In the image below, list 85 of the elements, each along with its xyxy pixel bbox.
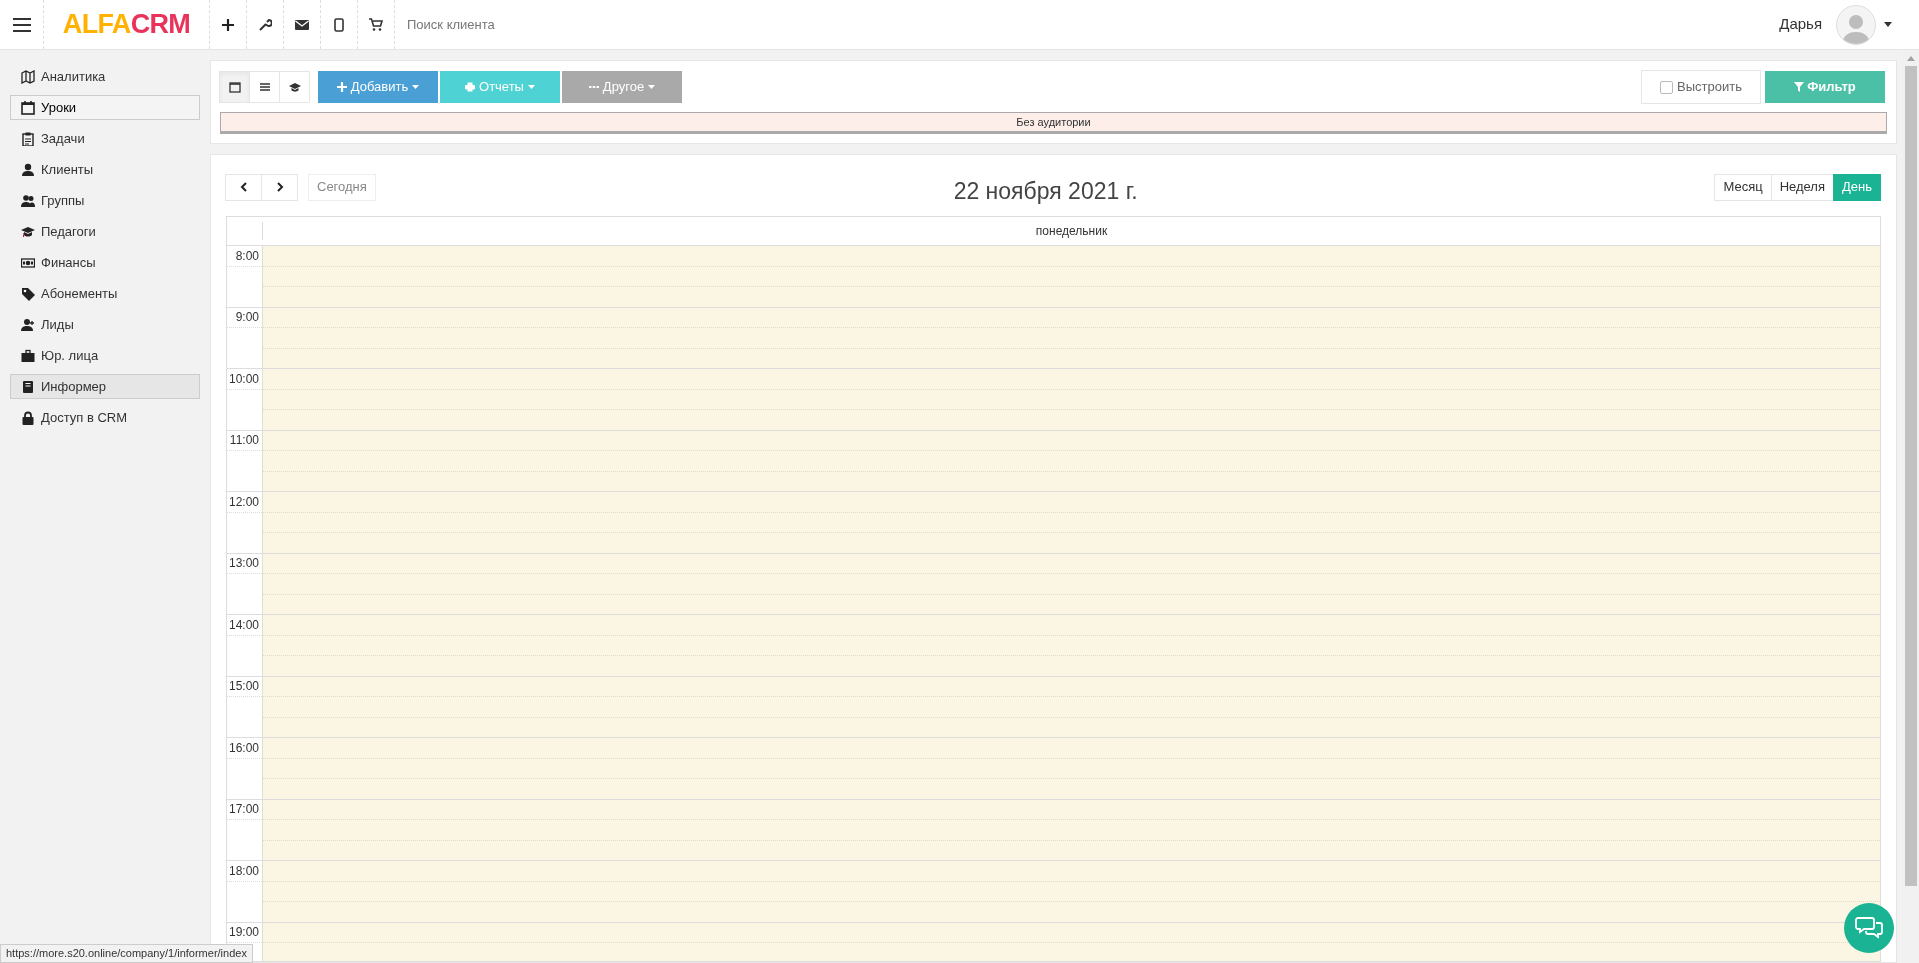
wrench-icon[interactable] [258, 17, 272, 32]
sidebar-item[interactable]: Педагоги [10, 219, 200, 244]
search-field[interactable]: Поиск клиента [407, 9, 707, 40]
sidebar-item[interactable]: Юр. лица [10, 343, 200, 368]
time-label: 14:00 [227, 615, 262, 636]
time-label: 11:00 [227, 430, 262, 451]
sidebar-item[interactable]: Лиды [10, 312, 200, 337]
calendar-title: 22 ноября 2021 г. [952, 176, 1139, 206]
time-label: 12:00 [227, 492, 262, 513]
time-slot[interactable] [263, 553, 1880, 614]
sidebar-icon [21, 410, 35, 425]
time-label: 16:00 [227, 738, 262, 759]
sidebar-icon [21, 224, 35, 239]
avatar[interactable] [1836, 4, 1876, 45]
scroll-up-icon[interactable] [1906, 55, 1915, 61]
sidebar-item[interactable]: Задачи [10, 126, 200, 151]
time-label: 13:00 [227, 553, 262, 574]
next-button[interactable] [261, 173, 298, 201]
sidebar-item[interactable]: Группы [10, 188, 200, 213]
sidebar-icon [21, 255, 35, 270]
sidebar-icon [21, 379, 35, 394]
time-slot[interactable] [263, 861, 1880, 922]
filter-icon [1794, 82, 1805, 92]
sidebar-icon [21, 286, 35, 301]
graduation-cap-icon [288, 81, 301, 93]
view-tab[interactable]: Месяц [1714, 173, 1772, 201]
time-label: 15:00 [227, 676, 262, 697]
plus-icon [336, 82, 347, 92]
time-slot[interactable] [263, 246, 1880, 307]
sidebar-icon [21, 69, 35, 84]
view-mode-button[interactable] [279, 71, 310, 103]
sidebar-item[interactable]: Аналитика [10, 64, 200, 89]
today-button[interactable]: Сегодня [308, 173, 376, 201]
time-slot[interactable] [263, 738, 1880, 799]
scroll-thumb[interactable] [1904, 66, 1917, 886]
time-slot[interactable] [263, 307, 1880, 368]
time-slot[interactable] [263, 676, 1880, 737]
prev-button[interactable] [225, 173, 262, 201]
chevron-right-icon [275, 182, 284, 192]
envelope-icon[interactable] [295, 18, 309, 31]
user-name[interactable]: Дарья [1779, 13, 1822, 36]
sidebar-item[interactable]: Абонементы [10, 281, 200, 306]
logo[interactable]: ALFACRM [62, 11, 191, 38]
list-icon [258, 81, 271, 93]
time-slot[interactable] [263, 615, 1880, 676]
day-header: понедельник [1034, 223, 1109, 240]
sidebar-item[interactable]: Информер [10, 374, 200, 399]
chevron-left-icon [239, 182, 248, 192]
cart-icon[interactable] [369, 18, 383, 31]
time-slot[interactable] [263, 799, 1880, 860]
sidebar-icon [21, 100, 35, 115]
sidebar-icon [21, 348, 35, 363]
plus-icon[interactable] [221, 17, 235, 32]
time-label: 17:00 [227, 799, 262, 820]
caret-icon [412, 85, 420, 89]
view-mode-button[interactable] [219, 71, 250, 103]
sidebar-icon [21, 131, 35, 146]
calendar-icon [228, 81, 241, 93]
time-label: 8:00 [227, 246, 262, 267]
sidebar-icon [21, 317, 35, 332]
time-slot[interactable] [263, 492, 1880, 553]
view-mode-button[interactable] [249, 71, 280, 103]
phone-icon[interactable] [334, 17, 344, 32]
caret-icon [648, 85, 656, 89]
sidebar-item[interactable]: Финансы [10, 250, 200, 275]
arrange-checkbox[interactable]: Выстроить [1641, 70, 1761, 104]
time-slot[interactable] [263, 369, 1880, 430]
time-label: 18:00 [227, 861, 262, 882]
time-label: 19:00 [227, 922, 262, 943]
sidebar-item[interactable]: Уроки [10, 95, 200, 120]
printer-icon [465, 82, 476, 92]
sidebar-item[interactable]: Доступ в CRM [10, 405, 200, 430]
time-label: 10:00 [227, 369, 262, 390]
time-slot[interactable] [263, 430, 1880, 491]
sidebar-icon [21, 162, 35, 177]
sidebar-item[interactable]: Клиенты [10, 157, 200, 182]
sidebar-icon [21, 193, 35, 208]
caret-icon[interactable] [1884, 22, 1892, 27]
status-url: https://more.s20.online/company/1/informer/index [0, 944, 253, 963]
chat-icon [1855, 916, 1883, 940]
time-label: 9:00 [227, 307, 262, 328]
room-bar: Без аудитории [220, 112, 1887, 134]
caret-icon [527, 85, 535, 89]
menu-icon[interactable] [12, 17, 31, 32]
view-tab[interactable]: Неделя [1770, 173, 1834, 201]
